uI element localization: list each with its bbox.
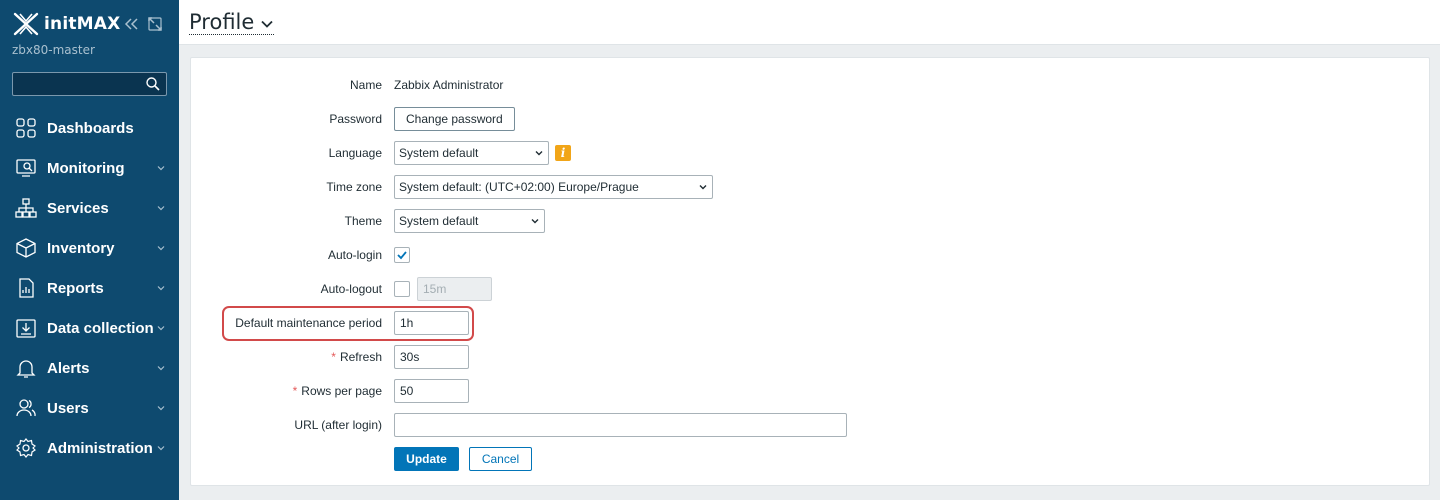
form-row-refresh: * Refresh bbox=[191, 345, 1429, 369]
maintenance-label: Default maintenance period bbox=[235, 316, 382, 330]
autologin-label: Auto-login bbox=[327, 248, 382, 262]
language-select[interactable]: System default bbox=[394, 141, 549, 165]
chevron-down-icon bbox=[261, 20, 273, 28]
form-row-maintenance: Default maintenance period bbox=[191, 311, 1429, 335]
sidebar-item-dashboards[interactable]: Dashboards bbox=[0, 108, 179, 148]
sidebar-search-input[interactable] bbox=[13, 73, 141, 95]
form-row-language: Language System default i bbox=[191, 141, 1429, 165]
chevron-down-icon bbox=[699, 185, 707, 190]
refresh-label: * Refresh bbox=[331, 350, 382, 364]
sidebar-item-monitoring[interactable]: Monitoring bbox=[0, 148, 179, 188]
reports-icon bbox=[19, 278, 34, 298]
timezone-label: Time zone bbox=[326, 180, 382, 194]
autologout-checkbox[interactable] bbox=[394, 281, 410, 297]
theme-select[interactable]: System default bbox=[394, 209, 545, 233]
change-password-button[interactable]: Change password bbox=[394, 107, 515, 131]
sidebar-item-inventory[interactable]: Inventory bbox=[0, 228, 179, 268]
chevron-down-icon bbox=[535, 151, 543, 156]
maintenance-period-input[interactable] bbox=[394, 311, 469, 335]
theme-select-value: System default bbox=[399, 214, 479, 228]
sidebar-search bbox=[12, 72, 167, 96]
sidebar-item-label: Administration bbox=[47, 439, 153, 457]
rows-per-page-label-text: Rows per page bbox=[301, 384, 382, 398]
sidebar-item-label: Users bbox=[47, 399, 89, 417]
sidebar-item-reports[interactable]: Reports bbox=[0, 268, 179, 308]
form-row-autologout: Auto-logout bbox=[191, 277, 1429, 301]
form-actions: Update Cancel bbox=[191, 447, 1429, 471]
services-icon bbox=[15, 198, 37, 218]
autologout-label: Auto-logout bbox=[320, 282, 382, 296]
theme-label: Theme bbox=[344, 214, 382, 228]
alerts-icon bbox=[16, 360, 36, 378]
sidebar: initMAX zbx80-master Dashboards Monitori… bbox=[0, 0, 179, 500]
profile-form: Name Zabbix Administrator Password Chang… bbox=[190, 57, 1430, 486]
sidebar-item-data-collection[interactable]: Data collection bbox=[0, 308, 179, 348]
autologin-checkbox[interactable] bbox=[394, 247, 410, 263]
timezone-select[interactable]: System default: (UTC+02:00) Europe/Pragu… bbox=[394, 175, 713, 199]
form-row-theme: Theme System default bbox=[191, 209, 1429, 233]
chevron-down-icon bbox=[157, 246, 165, 251]
info-icon[interactable]: i bbox=[555, 145, 571, 161]
sidebar-item-label: Data collection bbox=[47, 319, 154, 337]
initmax-logo-icon bbox=[13, 12, 39, 36]
form-row-password: Password Change password bbox=[191, 107, 1429, 131]
dashboards-icon bbox=[16, 118, 36, 138]
chevron-down-icon bbox=[157, 286, 165, 291]
chevron-down-icon bbox=[157, 206, 165, 211]
data-collection-icon bbox=[16, 319, 36, 338]
sidebar-item-label: Services bbox=[47, 199, 109, 217]
timezone-select-value: System default: (UTC+02:00) Europe/Pragu… bbox=[399, 180, 639, 194]
form-row-rows-per-page: * Rows per page bbox=[191, 379, 1429, 403]
cancel-button[interactable]: Cancel bbox=[469, 447, 532, 471]
form-row-url: URL (after login) bbox=[191, 413, 1429, 437]
page-title[interactable]: Profile bbox=[189, 9, 275, 35]
inventory-icon bbox=[16, 238, 36, 258]
refresh-input[interactable] bbox=[394, 345, 469, 369]
monitoring-icon bbox=[16, 159, 36, 177]
sidebar-item-label: Monitoring bbox=[47, 159, 125, 177]
chevron-down-icon bbox=[531, 219, 539, 224]
password-label: Password bbox=[329, 112, 382, 126]
autologout-input[interactable] bbox=[417, 277, 492, 301]
brand-name: initMAX bbox=[44, 14, 121, 34]
checkmark-icon bbox=[397, 251, 407, 260]
page-header: Profile bbox=[179, 0, 1440, 45]
sidebar-item-services[interactable]: Services bbox=[0, 188, 179, 228]
language-label: Language bbox=[328, 146, 382, 160]
refresh-label-text: Refresh bbox=[339, 350, 382, 364]
administration-icon bbox=[16, 438, 36, 458]
update-button[interactable]: Update bbox=[394, 447, 459, 471]
language-select-value: System default bbox=[399, 146, 479, 160]
kiosk-mode-icon[interactable] bbox=[146, 15, 164, 33]
sidebar-item-label: Reports bbox=[47, 279, 104, 297]
search-icon[interactable] bbox=[145, 76, 161, 92]
name-value: Zabbix Administrator bbox=[394, 78, 504, 92]
collapse-sidebar-icon[interactable] bbox=[122, 15, 140, 33]
sidebar-item-users[interactable]: Users bbox=[0, 388, 179, 428]
form-row-autologin: Auto-login bbox=[191, 243, 1429, 267]
chevron-down-icon bbox=[157, 406, 165, 411]
sidebar-item-label: Inventory bbox=[47, 239, 115, 257]
required-mark: * bbox=[331, 350, 336, 364]
url-input[interactable] bbox=[394, 413, 847, 437]
form-row-name: Name Zabbix Administrator bbox=[191, 73, 1429, 97]
sidebar-item-alerts[interactable]: Alerts bbox=[0, 348, 179, 388]
url-label: URL (after login) bbox=[294, 418, 382, 432]
name-label: Name bbox=[349, 78, 382, 92]
form-row-timezone: Time zone System default: (UTC+02:00) Eu… bbox=[191, 175, 1429, 199]
required-mark: * bbox=[292, 384, 298, 398]
chevron-down-icon bbox=[157, 326, 165, 331]
chevron-down-icon bbox=[157, 166, 165, 171]
chevron-down-icon bbox=[157, 366, 165, 371]
rows-per-page-input[interactable] bbox=[394, 379, 469, 403]
sidebar-item-administration[interactable]: Administration bbox=[0, 428, 179, 468]
rows-per-page-label: * Rows per page bbox=[293, 384, 382, 398]
sidebar-item-label: Dashboards bbox=[47, 119, 134, 137]
sidebar-item-label: Alerts bbox=[47, 359, 90, 377]
page-title-text: Profile bbox=[189, 9, 255, 34]
brand[interactable]: initMAX bbox=[12, 11, 120, 37]
chevron-down-icon bbox=[157, 446, 165, 451]
server-name: zbx80-master bbox=[12, 43, 95, 57]
users-icon bbox=[16, 399, 36, 417]
